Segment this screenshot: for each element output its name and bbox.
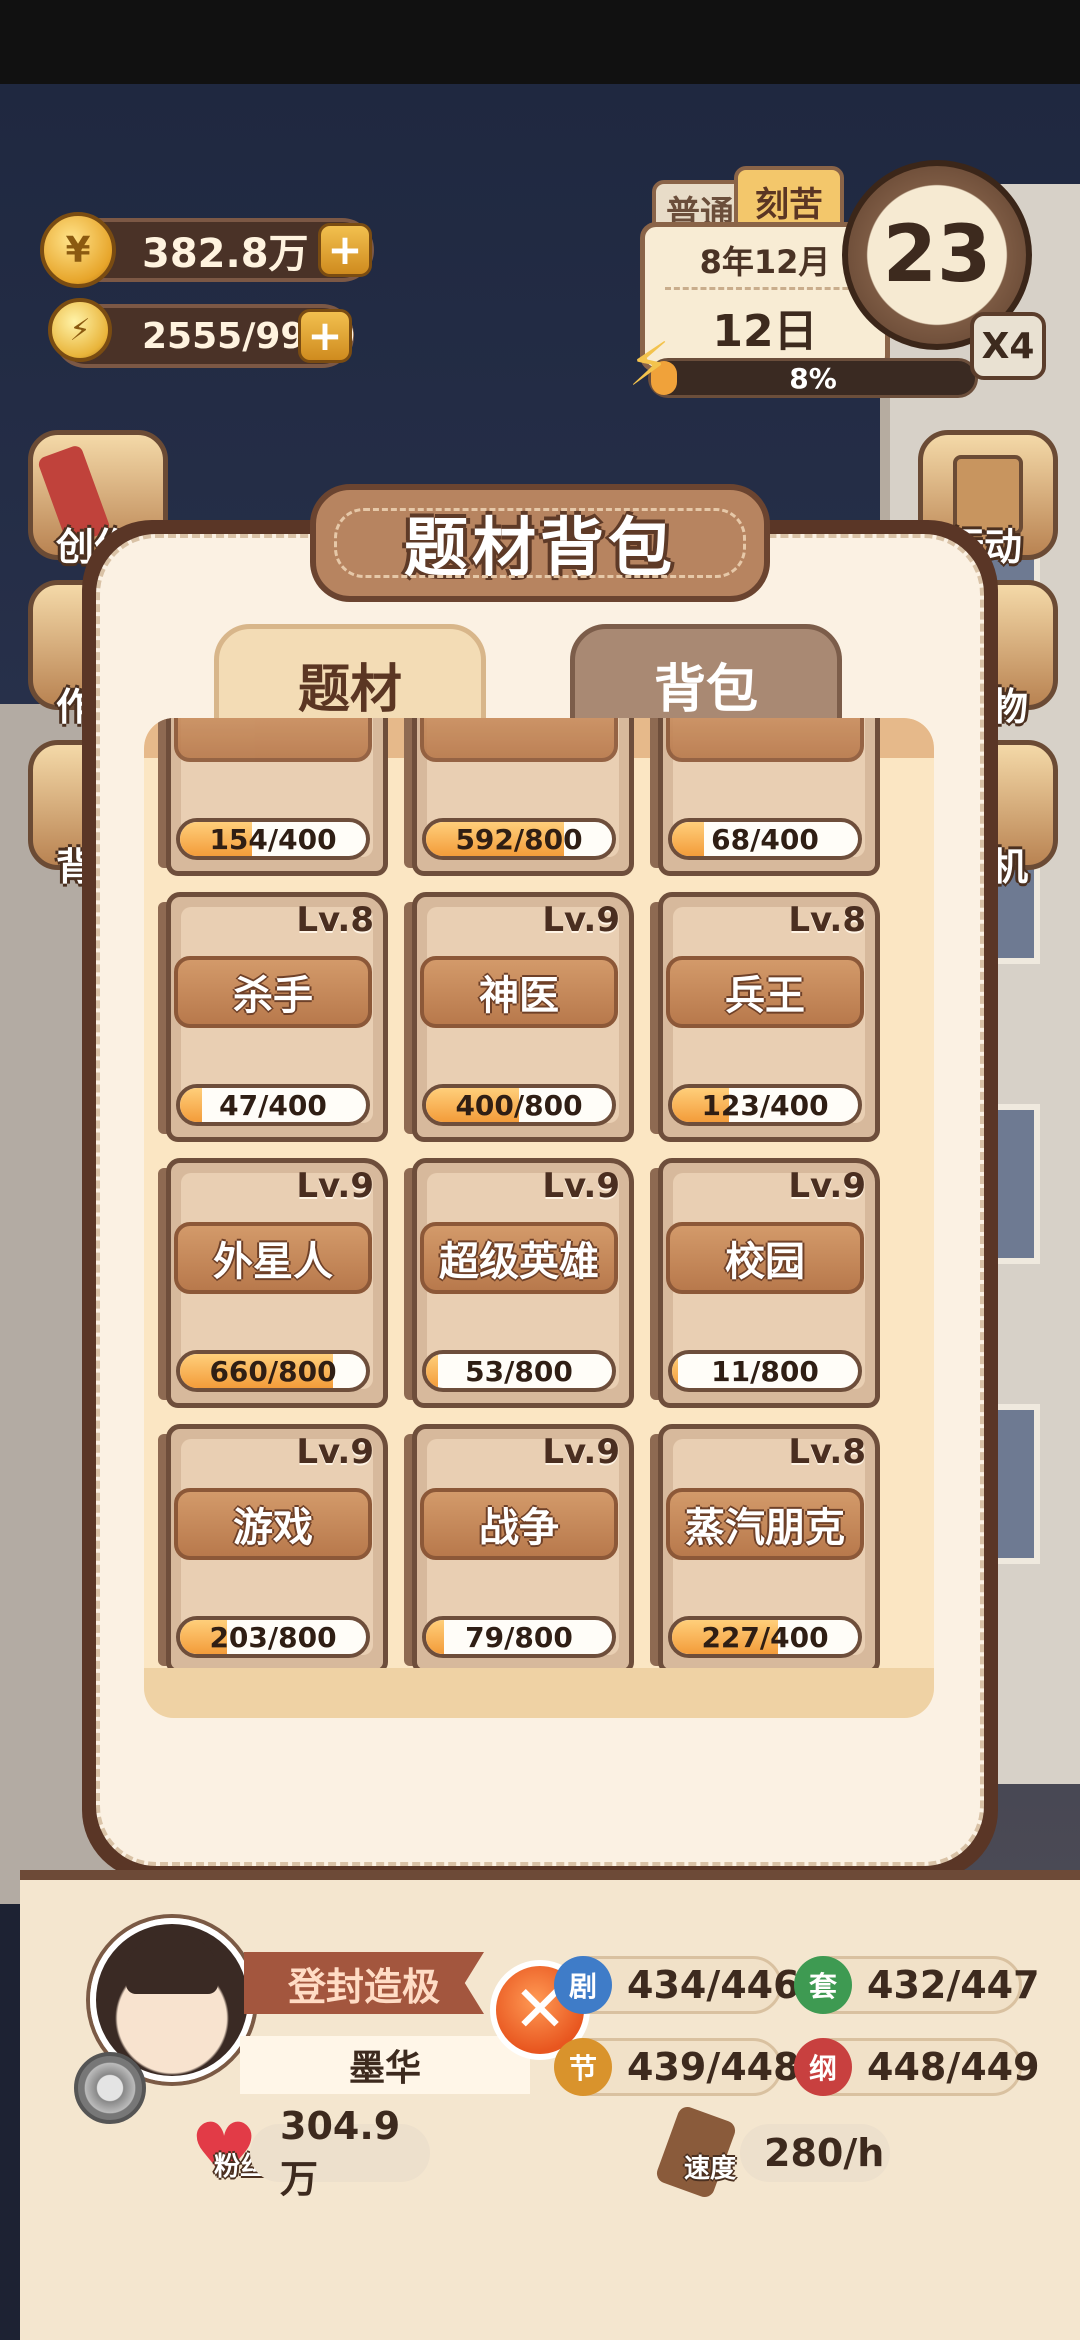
card-topic-name: 游戏 (174, 1488, 372, 1560)
topic-grid-panel[interactable]: 154/400 592/800 68/400 Lv.8 杀手 47/400 Lv.9 神医 40… (144, 718, 934, 1718)
card-progress-text: 660/800 (209, 1354, 337, 1388)
card-level: Lv.8 (788, 900, 866, 940)
card-progress-bar: 592/800 (422, 818, 616, 860)
stat-icon: 套 (794, 1956, 852, 2014)
topic-card[interactable]: Lv.9 游戏 203/800 (158, 1424, 388, 1674)
topic-card[interactable]: 154/400 (158, 718, 388, 876)
panel-footer-strip (144, 1668, 934, 1718)
topic-card[interactable]: 68/400 (650, 718, 880, 876)
card-progress-text: 400/800 (455, 1088, 583, 1122)
clock-value: 23 (882, 210, 992, 300)
stat-icon: 纲 (794, 2038, 852, 2096)
card-level: Lv.8 (296, 900, 374, 940)
topic-card[interactable]: Lv.9 超级英雄 53/800 (404, 1158, 634, 1408)
modal-title-plate: 题材背包 (310, 484, 770, 602)
player-name: 墨华 (240, 2036, 530, 2094)
fans-value: 304.9万 (250, 2104, 430, 2201)
card-topic-name: 超级英雄 (420, 1222, 618, 1294)
card-progress-bar: 11/800 (668, 1350, 862, 1392)
card-progress-text: 154/400 (209, 822, 337, 856)
card-progress-bar: 227/400 (668, 1616, 862, 1658)
card-topic-name: 外星人 (174, 1222, 372, 1294)
card-topic-name: 战争 (420, 1488, 618, 1560)
day: 12日 (712, 306, 818, 357)
card-progress-bar: 154/400 (176, 818, 370, 860)
day-progress-bar: 8% (648, 358, 978, 398)
add-gold-button[interactable]: + (318, 223, 372, 277)
card-progress-bar: 47/400 (176, 1084, 370, 1126)
card-level: Lv.9 (542, 900, 620, 940)
calendar-divider (665, 287, 875, 290)
card-level: Lv.9 (296, 1432, 374, 1472)
card-progress-bar: 68/400 (668, 818, 862, 860)
card-topic-name (420, 718, 618, 762)
card-progress-text: 123/400 (701, 1088, 829, 1122)
topic-card[interactable]: Lv.9 校园 11/800 (650, 1158, 880, 1408)
card-level: Lv.9 (542, 1166, 620, 1206)
speed-label: 速度 (684, 2154, 737, 2184)
card-topic-name: 神医 (420, 956, 618, 1028)
card-progress-text: 53/800 (465, 1354, 573, 1388)
card-topic-name: 杀手 (174, 956, 372, 1028)
card-progress-bar: 123/400 (668, 1084, 862, 1126)
card-progress-bar: 53/800 (422, 1350, 616, 1392)
card-progress-text: 227/400 (701, 1620, 829, 1654)
speed-value: 280/h (740, 2124, 890, 2182)
coin-icon: ¥ (40, 212, 116, 288)
stat-icon: 节 (554, 2038, 612, 2096)
topic-card[interactable]: Lv.8 兵王 123/400 (650, 892, 880, 1142)
rank-badge: 登封造极 (244, 1952, 484, 2014)
topic-card[interactable]: Lv.8 杀手 47/400 (158, 892, 388, 1142)
card-level: Lv.9 (788, 1166, 866, 1206)
topic-bag-modal: 题材背包 题材 背包 154/400 592/800 68/400 Lv.8 杀手 47/… (82, 484, 998, 1880)
speed-multiplier-button[interactable]: X4 (970, 312, 1046, 380)
card-topic-name: 校园 (666, 1222, 864, 1294)
card-progress-bar: 400/800 (422, 1084, 616, 1126)
topic-card[interactable]: Lv.8 蒸汽朋克 227/400 (650, 1424, 880, 1674)
lightbulb-icon: ⚡ (48, 298, 112, 362)
stat-icon: 剧 (554, 1956, 612, 2014)
card-progress-text: 11/800 (711, 1354, 819, 1388)
add-energy-button[interactable]: + (298, 309, 352, 363)
card-level: Lv.8 (788, 1432, 866, 1472)
card-progress-text: 203/800 (209, 1620, 337, 1654)
card-progress-bar: 203/800 (176, 1616, 370, 1658)
card-topic-name: 兵王 (666, 956, 864, 1028)
card-progress-text: 47/400 (219, 1088, 327, 1122)
card-topic-name: 蒸汽朋克 (666, 1488, 864, 1560)
topic-card[interactable]: 592/800 (404, 718, 634, 876)
topic-card[interactable]: Lv.9 战争 79/800 (404, 1424, 634, 1674)
gear-icon[interactable] (74, 2052, 146, 2124)
card-topic-name (174, 718, 372, 762)
card-topic-name (666, 718, 864, 762)
card-progress-text: 68/400 (711, 822, 819, 856)
day-progress-text: 8% (789, 361, 837, 395)
card-level: Lv.9 (542, 1432, 620, 1472)
status-bar (0, 0, 1080, 84)
gold-value: 382.8万 (142, 231, 309, 277)
card-level: Lv.9 (296, 1166, 374, 1206)
card-progress-text: 592/800 (455, 822, 583, 856)
card-progress-bar: 79/800 (422, 1616, 616, 1658)
lightning-icon[interactable]: ⚡ (628, 330, 678, 402)
topic-card[interactable]: Lv.9 外星人 660/800 (158, 1158, 388, 1408)
topic-card[interactable]: Lv.9 神医 400/800 (404, 892, 634, 1142)
card-progress-bar: 660/800 (176, 1350, 370, 1392)
card-progress-text: 79/800 (465, 1620, 573, 1654)
hair (126, 1934, 218, 1994)
